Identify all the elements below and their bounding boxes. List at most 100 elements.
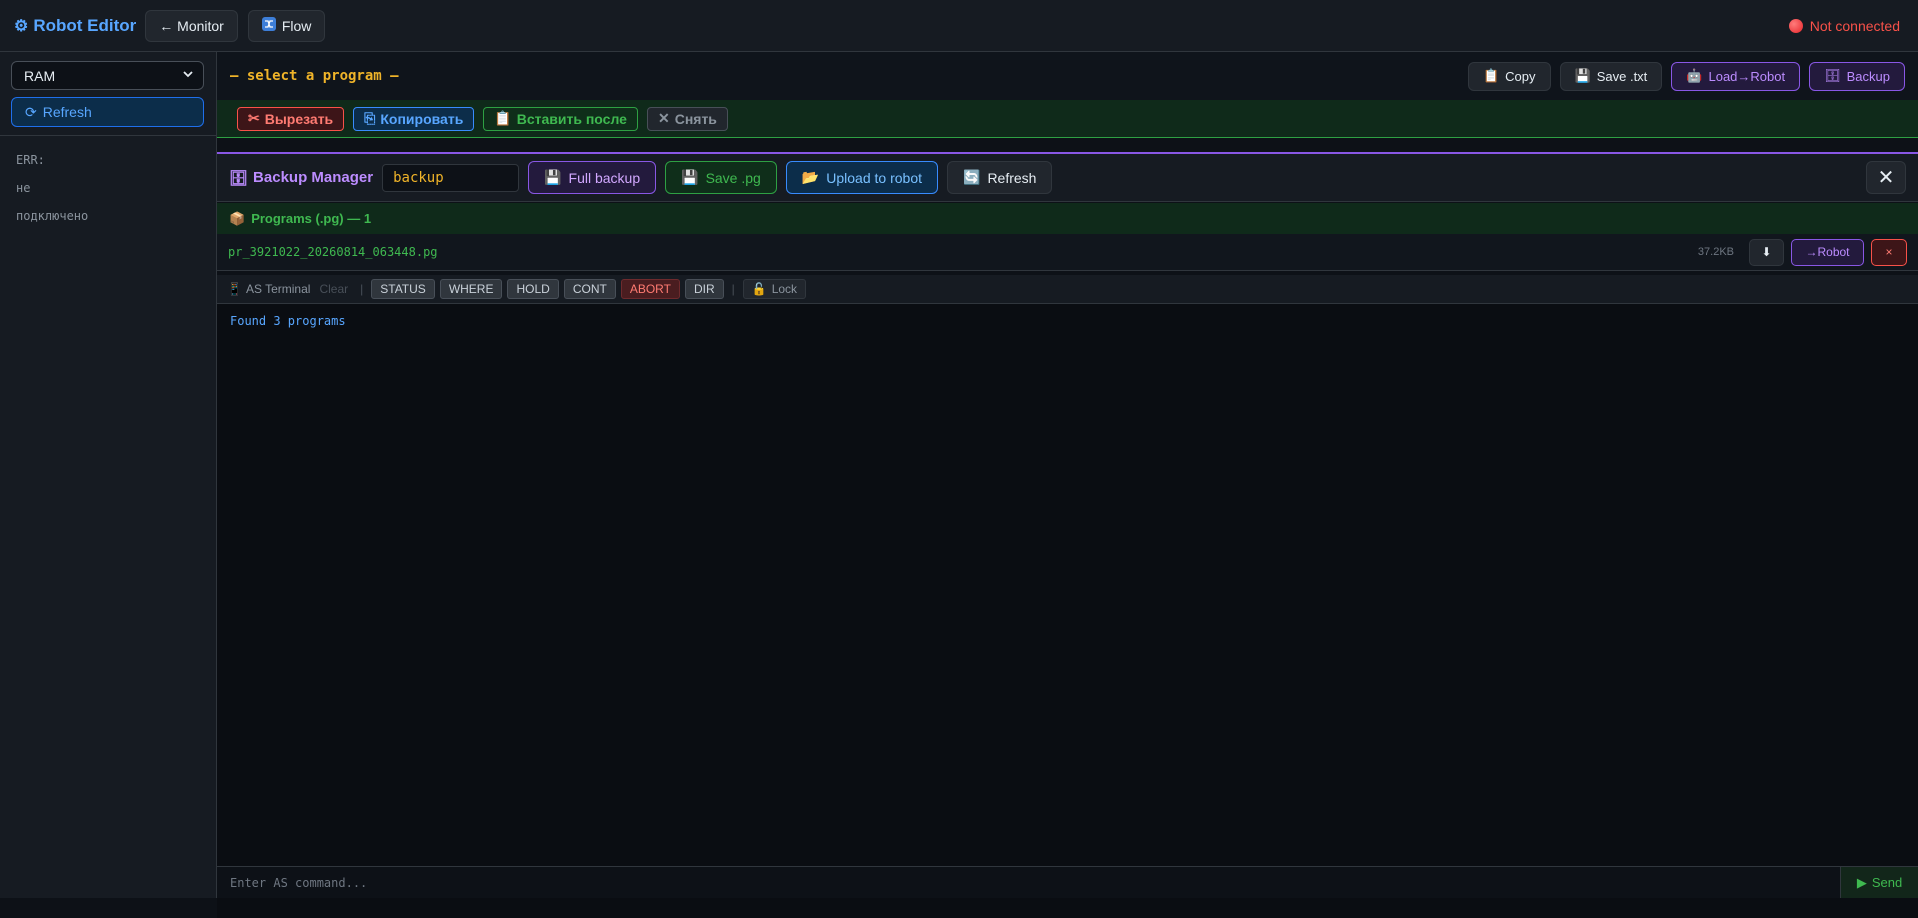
delete-label: ×: [1885, 245, 1893, 259]
backup-manager-title-text: Backup Manager: [253, 169, 374, 186]
connection-status-text: Not connected: [1809, 17, 1900, 34]
send-button[interactable]: ▶ Send: [1840, 867, 1918, 898]
close-icon: ✕: [1877, 167, 1895, 189]
clipboard-icon: 📋: [494, 110, 512, 126]
backup-refresh-button[interactable]: 🔄 Refresh: [947, 161, 1053, 194]
delete-file-button[interactable]: ×: [1871, 238, 1907, 266]
phone-icon: 📱: [227, 282, 242, 296]
lock-label: Lock: [771, 282, 798, 296]
main-panel: — select a program — 📋 Copy 💾 Save .txt …: [217, 52, 1918, 918]
load-robot-label: Load→Robot: [1708, 68, 1786, 84]
full-backup-button[interactable]: 💾 Full backup: [528, 161, 657, 194]
save-txt-button[interactable]: 💾 Save .txt: [1559, 61, 1663, 91]
separator: |: [731, 282, 735, 296]
program-title: — select a program —: [230, 68, 399, 84]
load-robot-button[interactable]: 🤖 Load→Robot: [1671, 61, 1801, 91]
backup-button[interactable]: 🗄 Backup: [1809, 61, 1905, 91]
top-bar: ⚙ Robot Editor ← Monitor Flow Not connec…: [0, 0, 1918, 52]
app-title: ⚙ Robot Editor: [14, 16, 136, 36]
floppy-icon: 💾: [1574, 68, 1591, 83]
upload-label: Upload to robot: [826, 169, 922, 186]
lock-icon: 🔓: [751, 282, 767, 296]
monitor-button[interactable]: ← Monitor: [145, 9, 238, 42]
gear-icon: ⚙: [14, 17, 29, 35]
header-buttons: 📋 Copy 💾 Save .txt 🤖 Load→Robot 🗄 Backup: [1467, 61, 1905, 91]
backup-name-input[interactable]: [382, 163, 520, 192]
paste-after-label: Вставить после: [516, 110, 627, 127]
separator: |: [360, 282, 364, 296]
connection-status: Not connected: [1788, 17, 1900, 34]
close-icon: ✕: [657, 110, 670, 126]
cabinet-icon: 🗄: [1824, 68, 1841, 83]
programs-group-label: Programs (.pg) — 1: [251, 211, 372, 226]
refresh-icon: ⟳: [25, 103, 37, 120]
where-command-button[interactable]: WHERE: [439, 279, 503, 299]
scissors-icon: ✂: [248, 110, 260, 126]
terminal-toolbar: 📱 AS Terminal Clear | STATUS WHERE HOLD …: [217, 275, 1918, 304]
robot-icon: 🤖: [1686, 68, 1703, 83]
file-row: pr_3921022_20260814_063448.pg 37.2KB ⬇ →…: [217, 234, 1918, 271]
clipboard-icon: 📋: [1482, 68, 1500, 83]
command-input[interactable]: Enter AS command...: [217, 867, 1840, 898]
command-bar: Enter AS command... ▶ Send: [217, 866, 1918, 898]
hold-command-button[interactable]: HOLD: [507, 279, 559, 299]
abort-command-button[interactable]: ABORT: [620, 279, 680, 299]
sidebar-refresh-button[interactable]: ⟳ Refresh: [11, 97, 204, 127]
send-to-robot-label: →Robot: [1805, 245, 1850, 259]
copy-label: Copy: [1505, 68, 1536, 84]
terminal-output: Found 3 programs: [217, 304, 1918, 918]
sidebar-refresh-label: Refresh: [42, 104, 92, 120]
save-pg-label: Save .pg: [705, 169, 761, 186]
program-header: — select a program — 📋 Copy 💾 Save .txt …: [217, 52, 1918, 100]
app-title-text: Robot Editor: [33, 15, 137, 35]
send-to-robot-button[interactable]: →Robot: [1791, 238, 1864, 266]
save-txt-label: Save .txt: [1596, 68, 1648, 84]
copy-icon: ⎘: [364, 110, 376, 126]
error-line: не: [16, 181, 31, 195]
terminal-title: 📱 AS Terminal: [227, 282, 310, 296]
cont-command-button[interactable]: CONT: [563, 279, 616, 299]
save-pg-button[interactable]: 💾 Save .pg: [665, 161, 777, 194]
file-size: 37.2KB: [1697, 246, 1734, 258]
memory-select[interactable]: RAM: [11, 61, 204, 90]
copy-lines-button[interactable]: ⎘ Копировать: [353, 106, 475, 131]
download-icon: ⬇: [1761, 245, 1772, 259]
file-name[interactable]: pr_3921022_20260814_063448.pg: [228, 245, 438, 259]
close-backup-button[interactable]: ✕: [1866, 161, 1906, 194]
floppy-icon: 💾: [681, 169, 699, 185]
full-backup-label: Full backup: [568, 169, 641, 186]
deselect-button[interactable]: ✕ Снять: [646, 106, 728, 131]
dir-command-button[interactable]: DIR: [684, 279, 724, 299]
cut-label: Вырезать: [264, 110, 334, 127]
cut-button[interactable]: ✂ Вырезать: [237, 106, 345, 131]
deselect-label: Снять: [674, 110, 717, 127]
backup-manager-title: 🗄 Backup Manager: [229, 169, 373, 187]
terminal-clear-button[interactable]: Clear: [319, 282, 348, 296]
floppy-icon: 💾: [544, 169, 562, 185]
backup-label: Backup: [1846, 68, 1890, 84]
backup-manager-bar: 🗄 Backup Manager 💾 Full backup 💾 Save .p…: [217, 154, 1918, 202]
flow-button[interactable]: Flow: [247, 9, 326, 42]
copy-button[interactable]: 📋 Copy: [1467, 61, 1551, 91]
paste-after-button[interactable]: 📋 Вставить после: [483, 106, 638, 131]
folder-icon: 📂: [801, 169, 820, 185]
upload-button[interactable]: 📂 Upload to robot: [785, 161, 938, 194]
cabinet-icon: 🗄: [229, 169, 249, 187]
sidebar: RAM ⟳ Refresh ERR: не подключено: [0, 52, 217, 898]
terminal-title-text: AS Terminal: [245, 282, 311, 296]
refresh-icon: 🔄: [963, 169, 981, 185]
play-icon: ▶: [1856, 874, 1867, 890]
error-line: подключено: [16, 209, 89, 223]
backup-refresh-label: Refresh: [987, 169, 1037, 186]
memory-select-value: RAM: [24, 67, 56, 84]
status-dot-icon: [1788, 18, 1803, 33]
download-button[interactable]: ⬇: [1749, 238, 1784, 266]
lock-button[interactable]: 🔓 Lock: [742, 279, 807, 299]
edit-toolbar: ✂ Вырезать ⎘ Копировать 📋 Вставить после…: [217, 100, 1918, 138]
flow-label: Flow: [281, 17, 312, 34]
error-message: ERR: не подключено: [16, 146, 88, 230]
status-command-button[interactable]: STATUS: [371, 279, 435, 299]
copy-lines-label: Копировать: [380, 110, 464, 127]
monitor-label: ← Monitor: [159, 17, 224, 34]
terminal-output-line: Found 3 programs: [230, 314, 346, 328]
